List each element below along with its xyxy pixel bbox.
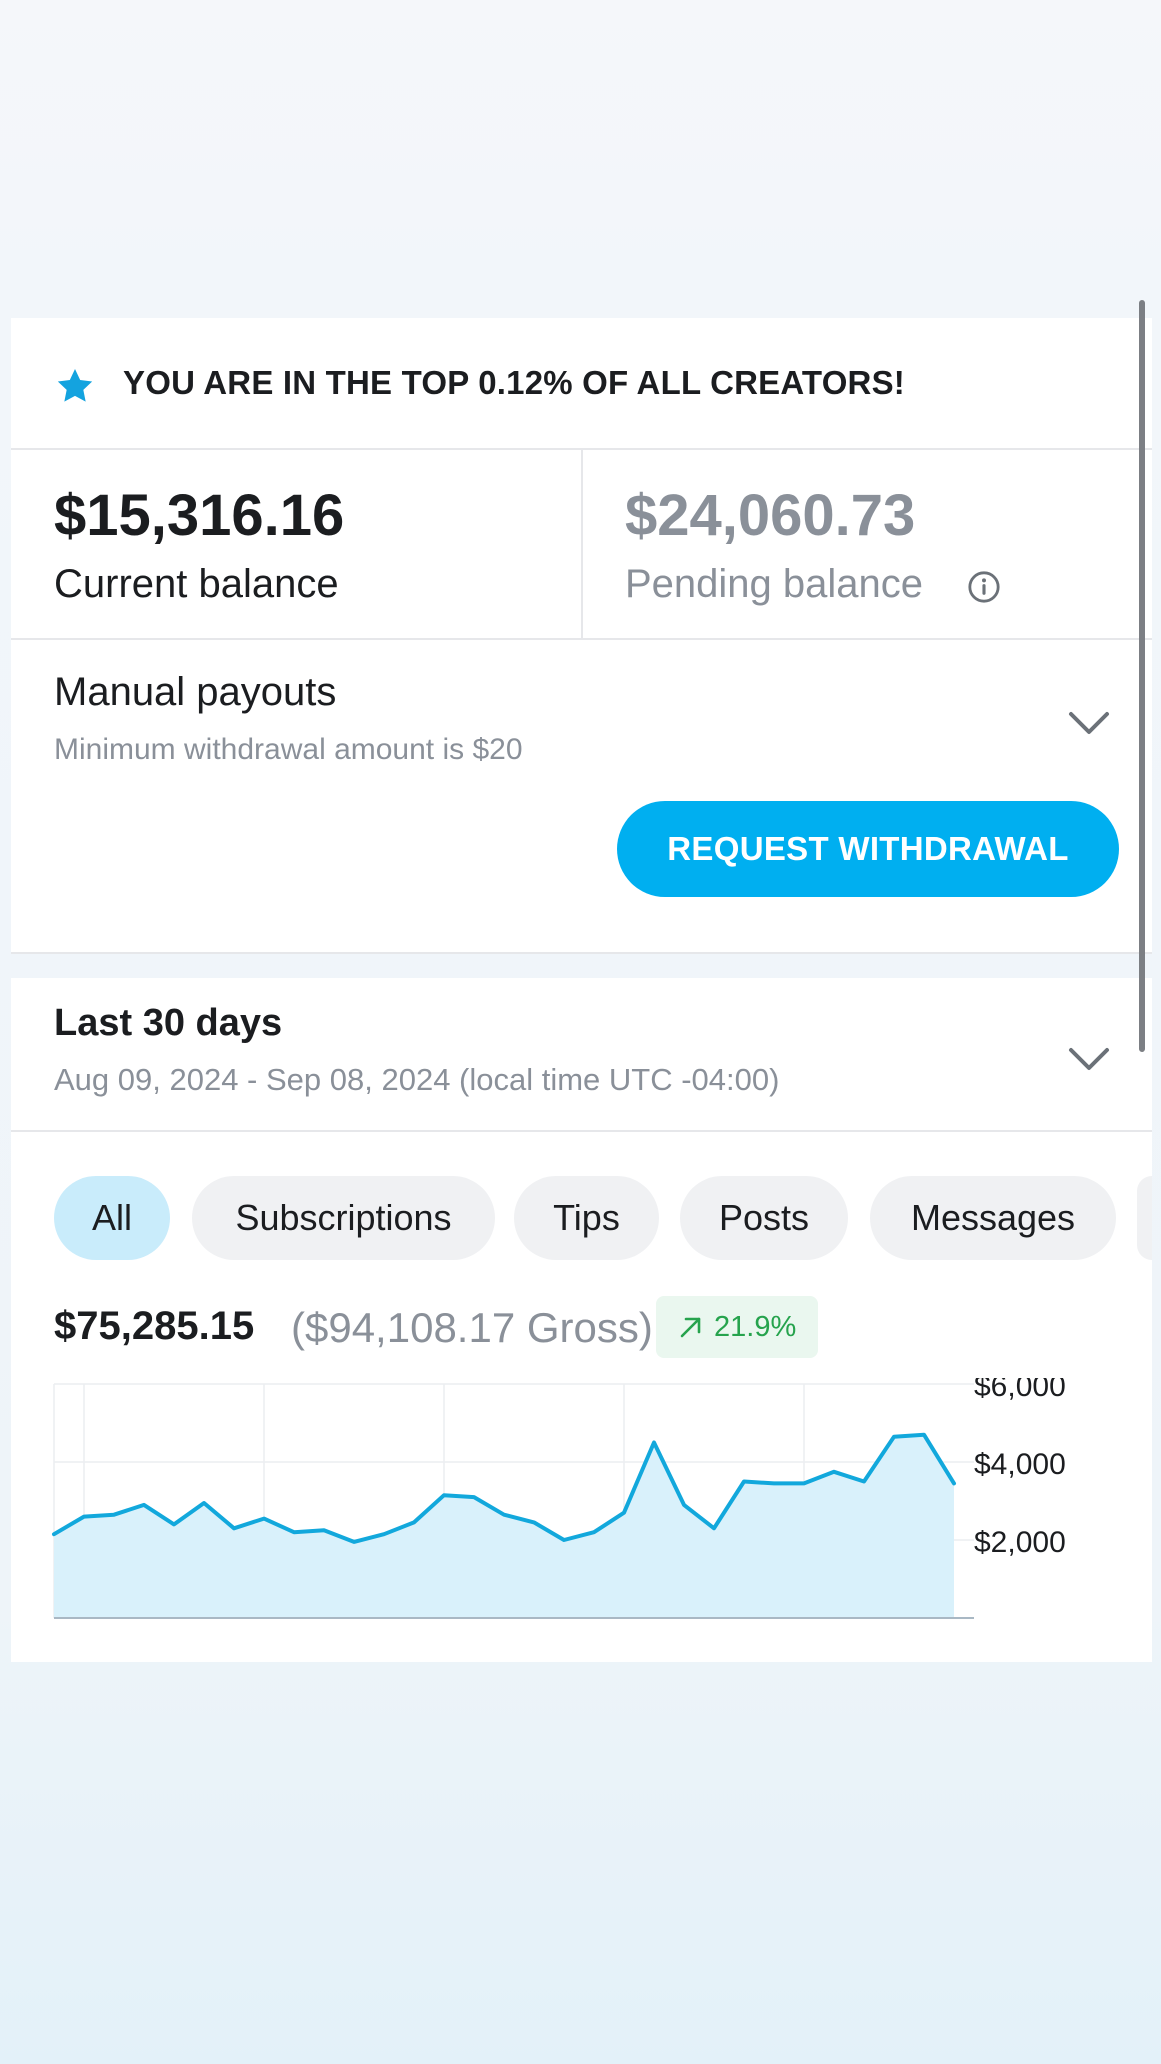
current-balance-amount: $15,316.16 [54, 483, 345, 548]
trend-percent: 21.9% [714, 1310, 797, 1343]
filter-chip-tips[interactable]: Tips [514, 1176, 659, 1260]
y-tick-label: $2,000 [974, 1526, 1066, 1559]
pending-balance-label: Pending balance [625, 562, 924, 606]
y-tick-label: $6,000 [974, 1378, 1066, 1403]
arrow-up-right-icon [680, 1317, 701, 1338]
star-icon [57, 369, 93, 402]
filter-chip-all[interactable]: All [54, 1176, 170, 1260]
current-balance-label: Current balance [54, 562, 339, 606]
manual-payouts-title: Manual payouts [54, 670, 337, 714]
period-title: Last 30 days [54, 1002, 283, 1044]
filter-chip-subscriptions[interactable]: Subscriptions [192, 1176, 495, 1260]
scrollbar[interactable] [1139, 300, 1145, 1052]
balance-divider [581, 450, 583, 640]
chevron-down-icon[interactable] [1068, 1046, 1110, 1072]
banner-text: YOU ARE IN THE TOP 0.12% OF ALL CREATORS… [123, 364, 905, 401]
top-creator-banner: YOU ARE IN THE TOP 0.12% OF ALL CREATORS… [11, 318, 1152, 450]
filter-chip-more[interactable] [1137, 1176, 1152, 1260]
info-icon[interactable] [967, 570, 1001, 604]
y-tick-label: $4,000 [974, 1448, 1066, 1481]
trend-badge: 21.9% [656, 1296, 819, 1358]
filter-chip-posts[interactable]: Posts [680, 1176, 848, 1260]
earnings-card: Last 30 days Aug 09, 2024 - Sep 08, 2024… [11, 978, 1152, 1662]
request-withdrawal-button[interactable]: REQUEST WITHDRAWAL [617, 801, 1119, 897]
manual-payouts-section[interactable]: Manual payouts Minimum withdrawal amount… [11, 640, 1152, 954]
filter-chip-messages[interactable]: Messages [870, 1176, 1116, 1260]
divider [11, 1130, 1152, 1132]
total-gross-earnings: ($94,108.17 Gross) [291, 1304, 653, 1351]
minimum-withdrawal-note: Minimum withdrawal amount is $20 [54, 733, 523, 766]
chevron-down-icon[interactable] [1068, 710, 1110, 736]
period-range: Aug 09, 2024 - Sep 08, 2024 (local time … [54, 1062, 780, 1097]
earnings-chart: $6,000 $4,000 $2,000 [52, 1378, 1066, 1619]
balance-card: YOU ARE IN THE TOP 0.12% OF ALL CREATORS… [11, 318, 1152, 954]
pending-balance-amount: $24,060.73 [625, 483, 916, 548]
period-selector[interactable]: Last 30 days Aug 09, 2024 - Sep 08, 2024… [11, 978, 1152, 1130]
divider [11, 952, 1152, 954]
total-net-earnings: $75,285.15 [54, 1304, 255, 1348]
